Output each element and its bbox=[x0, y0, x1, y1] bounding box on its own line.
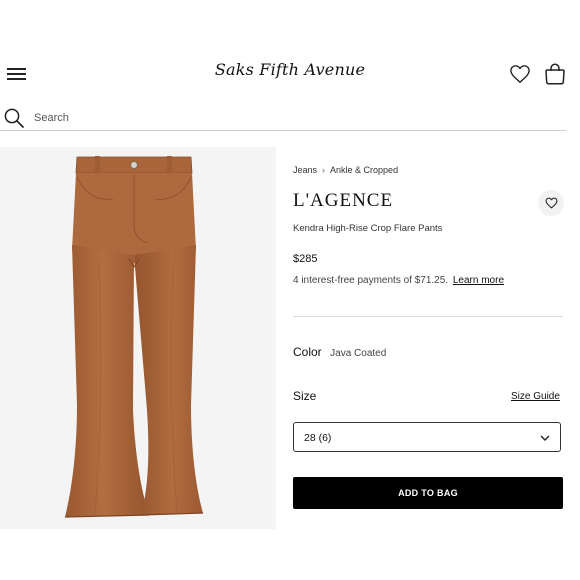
heart-icon bbox=[545, 197, 557, 209]
installments-info: 4 interest-free payments of $71.25. Lear… bbox=[293, 275, 504, 286]
hamburger-line bbox=[7, 78, 26, 80]
search-icon bbox=[4, 108, 24, 128]
shopping-bag-button[interactable] bbox=[543, 62, 567, 86]
brand-name[interactable]: L'AGENCE bbox=[293, 190, 393, 212]
add-to-bag-button[interactable]: ADD TO BAG bbox=[293, 477, 563, 509]
product-name: Kendra High-Rise Crop Flare Pants bbox=[293, 223, 443, 234]
breadcrumb-link-jeans[interactable]: Jeans bbox=[293, 165, 317, 175]
installments-text: 4 interest-free payments of $71.25. bbox=[293, 275, 449, 286]
size-select[interactable]: 28 (6) bbox=[293, 422, 561, 452]
wishlist-button[interactable] bbox=[509, 64, 531, 84]
chevron-down-icon bbox=[540, 435, 550, 441]
heart-icon bbox=[510, 65, 530, 83]
learn-more-link[interactable]: Learn more bbox=[453, 275, 504, 286]
size-guide-link[interactable]: Size Guide bbox=[511, 391, 560, 402]
hamburger-icon bbox=[7, 68, 26, 70]
product-image bbox=[55, 155, 225, 525]
product-price: $285 bbox=[293, 253, 318, 265]
add-to-wishlist-button[interactable] bbox=[538, 190, 564, 216]
breadcrumb-link-ankle-cropped[interactable]: Ankle & Cropped bbox=[330, 165, 398, 175]
size-selected-value: 28 (6) bbox=[304, 432, 332, 444]
site-logo[interactable]: Saks Fifth Avenue bbox=[200, 60, 380, 79]
chevron-right-icon: › bbox=[322, 165, 326, 175]
color-row: Color Java Coated bbox=[293, 343, 386, 361]
menu-button[interactable] bbox=[7, 67, 27, 81]
breadcrumb: Jeans › Ankle & Cropped bbox=[293, 165, 398, 175]
color-label: Color bbox=[293, 345, 322, 359]
color-value: Java Coated bbox=[330, 348, 387, 359]
shopping-bag-icon bbox=[545, 63, 565, 85]
size-label: Size bbox=[293, 389, 317, 403]
search-button[interactable] bbox=[3, 107, 25, 129]
divider bbox=[293, 316, 563, 317]
search-input[interactable] bbox=[34, 109, 534, 127]
hamburger-line bbox=[7, 73, 26, 75]
